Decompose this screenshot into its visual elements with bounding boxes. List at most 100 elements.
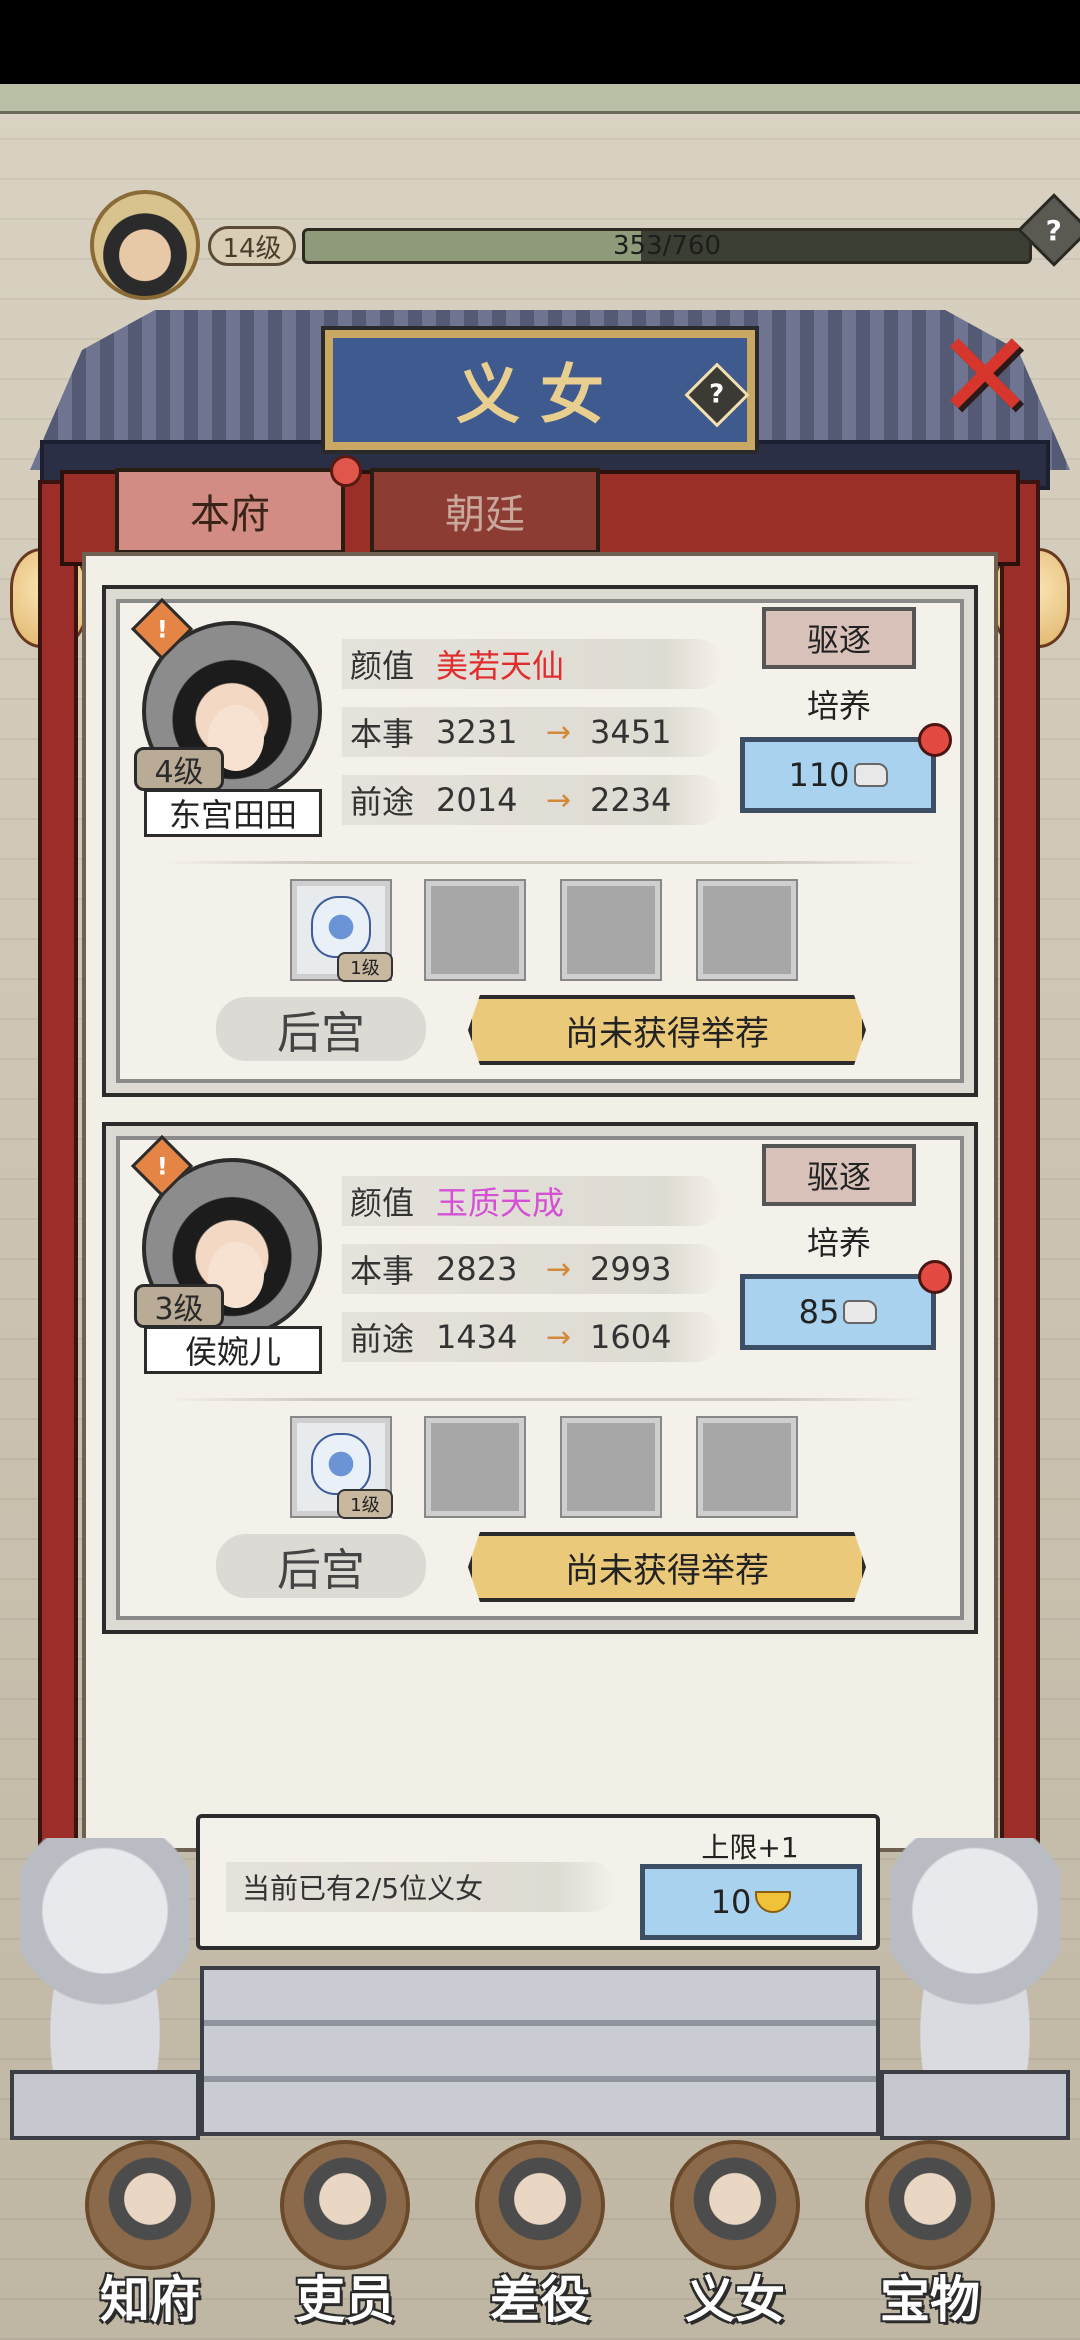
xp-text: 353/760 bbox=[612, 231, 721, 261]
player-avatar[interactable] bbox=[90, 190, 200, 300]
ability-next: 2993 bbox=[590, 1250, 672, 1288]
harem-button[interactable]: 后宫 bbox=[216, 1534, 426, 1598]
arrow-icon: → bbox=[546, 1319, 572, 1355]
nav-runners[interactable]: 差役 bbox=[445, 2140, 635, 2340]
notification-dot bbox=[918, 1260, 952, 1294]
looks-label: 颜值 bbox=[350, 1184, 415, 1222]
nav-label: 吏员 bbox=[295, 2270, 395, 2329]
daughter-icon bbox=[670, 2140, 800, 2270]
close-button[interactable]: ✕ bbox=[930, 317, 1040, 437]
future-next: 1604 bbox=[590, 1318, 672, 1356]
warning-glyph: ! bbox=[156, 1151, 168, 1180]
daughter-card: ! 3级 侯婉儿 颜值 玉质天成 本事 2823 → 2993 前途 1434 … bbox=[102, 1122, 978, 1634]
daughter-name: 侯婉儿 bbox=[144, 1326, 322, 1374]
treasure-icon bbox=[865, 2140, 995, 2270]
vase-icon bbox=[311, 896, 371, 958]
nav-label: 宝物 bbox=[880, 2270, 980, 2329]
future-current: 2014 bbox=[436, 781, 518, 819]
item-slot[interactable]: 1级 bbox=[290, 879, 393, 982]
item-level: 1级 bbox=[337, 1489, 393, 1519]
item-slot[interactable]: 1级 bbox=[290, 1416, 393, 1519]
title-help-glyph: ? bbox=[709, 380, 725, 410]
recommend-button[interactable]: 尚未获得举荐 bbox=[468, 995, 866, 1065]
future-next: 2234 bbox=[590, 781, 672, 819]
nav-label: 知府 bbox=[100, 2270, 200, 2329]
looks-value: 玉质天成 bbox=[436, 1184, 565, 1222]
daughter-card: ! 4级 东宫田田 颜值 美若天仙 本事 3231 → 3451 前途 2014… bbox=[102, 585, 978, 1097]
expel-button[interactable]: 驱逐 bbox=[762, 1144, 916, 1206]
future-row: 前途 2014 → 2234 bbox=[342, 775, 722, 825]
clerk-icon bbox=[280, 2140, 410, 2270]
runner-icon bbox=[475, 2140, 605, 2270]
looks-row: 颜值 美若天仙 bbox=[342, 639, 722, 689]
nav-treasures[interactable]: 宝物 bbox=[835, 2140, 1025, 2340]
item-level: 1级 bbox=[337, 952, 393, 982]
page-title: 义女 bbox=[456, 358, 624, 433]
nav-label: 差役 bbox=[490, 2270, 590, 2329]
pillar-right bbox=[1000, 480, 1040, 1860]
magistrate-icon bbox=[85, 2140, 215, 2270]
train-label: 培养 bbox=[806, 687, 871, 725]
empty-slot[interactable] bbox=[560, 879, 662, 981]
notification-dot bbox=[918, 723, 952, 757]
arrow-icon: → bbox=[546, 1251, 572, 1287]
empty-slot[interactable] bbox=[696, 1416, 798, 1518]
nav-daughters[interactable]: 义女 bbox=[640, 2140, 830, 2340]
train-button[interactable]: 85 bbox=[740, 1274, 936, 1350]
limit-label: 上限+1 bbox=[701, 1831, 799, 1864]
daughter-level: 3级 bbox=[134, 1284, 224, 1328]
nav-label: 义女 bbox=[685, 2270, 785, 2329]
empty-slot[interactable] bbox=[696, 879, 798, 981]
status-bar bbox=[0, 0, 1080, 84]
daughter-name: 东宫田田 bbox=[144, 789, 322, 837]
divider bbox=[166, 1398, 922, 1401]
daughter-count: 当前已有2/5位义女 bbox=[226, 1862, 616, 1912]
silver-icon bbox=[853, 763, 888, 787]
ability-label: 本事 bbox=[350, 715, 415, 753]
gold-ingot-icon bbox=[755, 1891, 792, 1913]
daughter-level: 4级 bbox=[134, 747, 224, 791]
player-bar: 14级 353/760 ? bbox=[90, 190, 1080, 300]
background-roofline bbox=[0, 84, 1080, 114]
increase-limit-button[interactable]: 10 bbox=[640, 1864, 862, 1940]
arrow-icon: → bbox=[546, 714, 572, 750]
ability-current: 3231 bbox=[436, 713, 518, 751]
train-cost: 85 bbox=[798, 1293, 840, 1331]
arrow-icon: → bbox=[546, 782, 572, 818]
silver-icon bbox=[843, 1300, 878, 1324]
notification-dot bbox=[330, 455, 362, 487]
looks-label: 颜值 bbox=[350, 647, 415, 685]
train-label: 培养 bbox=[806, 1224, 871, 1262]
nav-clerks[interactable]: 吏员 bbox=[250, 2140, 440, 2340]
ability-row: 本事 3231 → 3451 bbox=[342, 707, 722, 757]
empty-slot[interactable] bbox=[560, 1416, 662, 1518]
train-button[interactable]: 110 bbox=[740, 737, 936, 813]
empty-slot[interactable] bbox=[424, 879, 526, 981]
limit-cost: 10 bbox=[710, 1883, 752, 1921]
tab-home[interactable]: 本府 bbox=[115, 468, 345, 554]
expel-button[interactable]: 驱逐 bbox=[762, 607, 916, 669]
lion-pedestal-left bbox=[10, 2070, 200, 2140]
recommend-button[interactable]: 尚未获得举荐 bbox=[468, 1532, 866, 1602]
looks-value: 美若天仙 bbox=[436, 647, 565, 685]
looks-row: 颜值 玉质天成 bbox=[342, 1176, 722, 1226]
train-cost: 110 bbox=[788, 756, 850, 794]
stone-steps bbox=[200, 1966, 880, 2136]
future-label: 前途 bbox=[350, 1320, 415, 1358]
ability-label: 本事 bbox=[350, 1252, 415, 1290]
stone-lion-left bbox=[20, 1838, 190, 2098]
ability-next: 3451 bbox=[590, 713, 672, 751]
tab-court[interactable]: 朝廷 bbox=[370, 468, 600, 554]
xp-bar: 353/760 bbox=[302, 228, 1032, 264]
nav-magistrate[interactable]: 知府 bbox=[55, 2140, 245, 2340]
empty-slot[interactable] bbox=[424, 1416, 526, 1518]
harem-button[interactable]: 后宫 bbox=[216, 997, 426, 1061]
divider bbox=[166, 861, 922, 864]
future-current: 1434 bbox=[436, 1318, 518, 1356]
bottom-nav: 知府 吏员 差役 义女 宝物 bbox=[0, 2140, 1080, 2340]
lion-pedestal-right bbox=[880, 2070, 1070, 2140]
vase-icon bbox=[311, 1433, 371, 1495]
future-row: 前途 1434 → 1604 bbox=[342, 1312, 722, 1362]
ability-current: 2823 bbox=[436, 1250, 518, 1288]
player-level: 14级 bbox=[208, 226, 296, 266]
